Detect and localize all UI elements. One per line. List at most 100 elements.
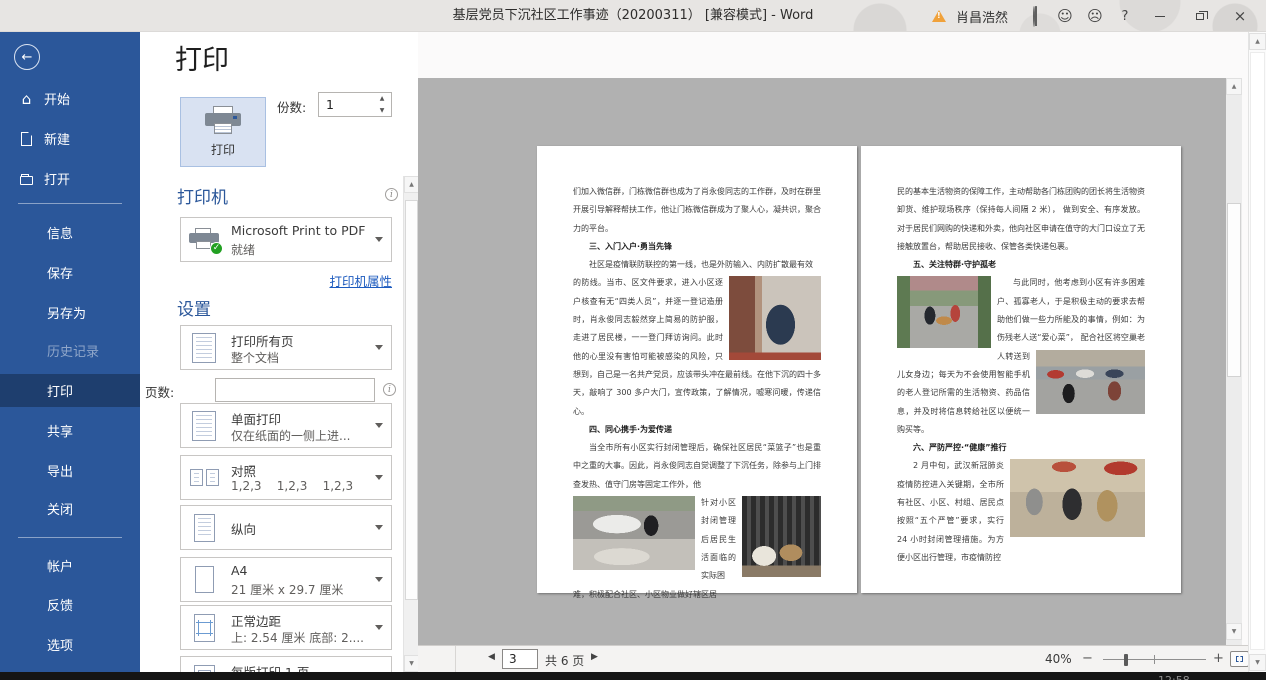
zoom-slider-thumb[interactable] [1124, 654, 1128, 666]
paragraph: 当全市所有小区实行封闭管理后，确保社区居民“菜篮子”也是重中之重的大事。因此，肖… [573, 439, 821, 494]
preview-scrollbar[interactable]: ▲ ▼ [1226, 78, 1242, 645]
sidebar-item-save-as[interactable]: 另存为 [0, 296, 140, 329]
sidebar-item-save[interactable]: 保存 [0, 256, 140, 289]
copies-label: 份数: [277, 97, 306, 116]
scrollbar-thumb[interactable] [1250, 52, 1265, 650]
a4-paper-icon [181, 558, 227, 601]
print-range-select[interactable]: 打印所有页 整个文档 [180, 325, 392, 370]
frown-feedback-icon[interactable]: ☹ [1080, 0, 1110, 32]
smiley-feedback-icon[interactable]: ☺ [1050, 0, 1080, 32]
minimize-button[interactable] [1140, 0, 1180, 32]
sidebar-divider [18, 203, 122, 204]
zoom-in-icon[interactable]: + [1213, 651, 1224, 666]
pages-input[interactable] [215, 378, 375, 402]
document-page-left: 们加入微信群，门栋微信群也成为了肖永俊同志的工作群，及时在群里开展引导解释帮扶工… [537, 146, 857, 593]
photo-packages-at-gate [742, 496, 821, 577]
preview-canvas: 们加入微信群，门栋微信群也成为了肖永俊同志的工作群，及时在群里开展引导解释帮扶工… [418, 78, 1226, 645]
scroll-down-icon[interactable]: ▼ [404, 655, 419, 672]
printer-name: Microsoft Print to PDF [231, 223, 365, 238]
photo-street-volunteer [897, 276, 991, 348]
scroll-down-icon[interactable]: ▼ [1226, 623, 1242, 640]
sidebar-item-account[interactable]: 帐户 [0, 549, 140, 582]
sidebar-item-history: 历史记录 [0, 334, 140, 367]
paragraph: 针对小区封闭管理后居民生活面临的实际困 [573, 494, 821, 585]
spinner-up-icon[interactable]: ▲ [376, 93, 388, 104]
help-button[interactable]: ? [1110, 0, 1140, 32]
scroll-up-icon[interactable]: ▲ [1249, 33, 1266, 50]
chevron-down-icon [375, 577, 383, 582]
sidebar-item-share[interactable]: 共享 [0, 414, 140, 447]
user-icon[interactable] [1020, 0, 1050, 32]
windows-taskbar[interactable]: 12:58 [0, 672, 1266, 680]
settings-section-heading: 设置 [177, 295, 211, 320]
sidebar-item-new[interactable]: 新建 [0, 122, 140, 155]
minimize-icon [1155, 16, 1165, 17]
info-icon[interactable]: i [383, 383, 396, 396]
copies-stepper[interactable]: ▲ ▼ [318, 92, 392, 117]
orientation-select[interactable]: 纵向 [180, 505, 392, 550]
paragraph: 们加入微信群，门栋微信群也成为了肖永俊同志的工作群，及时在群里开展引导解释帮扶工… [573, 183, 821, 238]
zoom-out-icon[interactable]: − [1082, 651, 1093, 666]
paragraph: 2 月中旬，武汉新冠肺炎疫情防控进入关键期，全市所有社区、小区、村组、居民点按照… [897, 457, 1145, 567]
account-name[interactable]: 肖昌浩然 [954, 0, 1020, 32]
back-button[interactable]: ← [14, 44, 40, 70]
settings-scrollbar[interactable]: ▲ ▼ [403, 176, 418, 672]
sidebar-item-options[interactable]: 选项 [0, 628, 140, 661]
scroll-down-icon[interactable]: ▼ [1249, 654, 1266, 671]
chevron-down-icon [375, 475, 383, 480]
sidebar-item-info[interactable]: 信息 [0, 216, 140, 249]
photo-grocery-delivery [573, 496, 695, 570]
pages-row: 页数: i [140, 378, 403, 403]
printer-section-heading: 打印机 [177, 183, 228, 208]
print-preview-region: 们加入微信群，门栋微信群也成为了肖永俊同志的工作群，及时在群里开展引导解释帮扶工… [418, 32, 1248, 672]
next-page-icon[interactable]: ▶ [591, 652, 598, 662]
scroll-up-icon[interactable]: ▲ [404, 176, 419, 193]
copies-input[interactable] [319, 93, 375, 116]
printer-select[interactable]: ✓ Microsoft Print to PDF 就绪 [180, 217, 392, 262]
restore-button[interactable] [1180, 0, 1220, 32]
sidebar-item-export[interactable]: 导出 [0, 454, 140, 487]
section-heading: 三、入门入户·勇当先锋 [573, 238, 821, 256]
section-heading: 四、同心携手·为爱传递 [573, 421, 821, 439]
collated-icon [181, 456, 227, 499]
margins-select[interactable]: 正常边距 上: 2.54 厘米 底部: 2.... [180, 605, 392, 650]
scroll-up-icon[interactable]: ▲ [1226, 78, 1242, 95]
chevron-down-icon [375, 423, 383, 428]
paragraph: 社区是疫情联防联控的第一线，也是外防输入、内防扩散最有效 [573, 256, 821, 274]
paragraph: 的防线。当市、区文件要求，进入小区逐户核查有无“四类人员”，并逐一登记造册时，肖… [573, 274, 821, 420]
duplex-select[interactable]: 单面打印 仅在纸面的一侧上进... [180, 403, 392, 448]
previous-page-icon[interactable]: ◀ [488, 652, 495, 662]
chevron-down-icon [375, 237, 383, 242]
sidebar-item-feedback[interactable]: 反馈 [0, 588, 140, 621]
printer-properties-link[interactable]: 打印机属性 [180, 271, 392, 290]
sidebar-item-open[interactable]: 打开 [0, 162, 140, 195]
paragraph: 民的基本生活物资的保障工作，主动帮助各门栋团购的团长将生活物资卸货、维护现场秩序… [897, 183, 1145, 256]
zoom-to-page-icon[interactable] [1230, 651, 1249, 667]
collation-select[interactable]: 对照 1,2,3 1,2,3 1,2,3 [180, 455, 392, 500]
current-page-input[interactable]: 3 [502, 649, 538, 669]
back-arrow-icon: ← [22, 50, 33, 65]
sidebar-item-close-doc[interactable]: 关闭 [0, 492, 140, 525]
scrollbar-thumb[interactable] [405, 200, 418, 600]
scrollbar-thumb[interactable] [1227, 203, 1241, 377]
sidebar-item-print[interactable]: 打印 [0, 374, 140, 407]
section-heading: 五、关注特群·守护孤老 [897, 256, 1145, 274]
photo-parking-lot [1036, 350, 1145, 414]
spinner-down-icon[interactable]: ▼ [376, 105, 388, 116]
close-icon: × [1234, 7, 1247, 25]
document-page-right: 民的基本生活物资的保障工作，主动帮助各门栋团购的团长将生活物资卸货、维护现场秩序… [861, 146, 1181, 593]
print-button[interactable]: 打印 [180, 97, 266, 167]
backstage-sidebar: ← ⌂ 开始 新建 打开 信息 保存 另存为 历史记录 打印 共享 导出 关闭 … [0, 32, 140, 672]
close-button[interactable]: × [1220, 0, 1260, 32]
paper-size-select[interactable]: A4 21 厘米 x 29.7 厘米 [180, 557, 392, 602]
section-heading: 六、严防严控·“健康”推行 [897, 439, 1145, 457]
warning-icon[interactable] [932, 0, 954, 32]
info-icon[interactable]: i [385, 188, 398, 201]
printer-status: 就绪 [231, 241, 255, 258]
chevron-down-icon [375, 525, 383, 530]
zoom-level-label: 40% [1045, 652, 1072, 666]
printer-ready-icon: ✓ [181, 218, 227, 261]
sidebar-item-home[interactable]: ⌂ 开始 [0, 82, 140, 115]
window-scrollbar[interactable]: ▲ ▼ [1248, 32, 1266, 672]
statusbar-divider [455, 646, 456, 673]
